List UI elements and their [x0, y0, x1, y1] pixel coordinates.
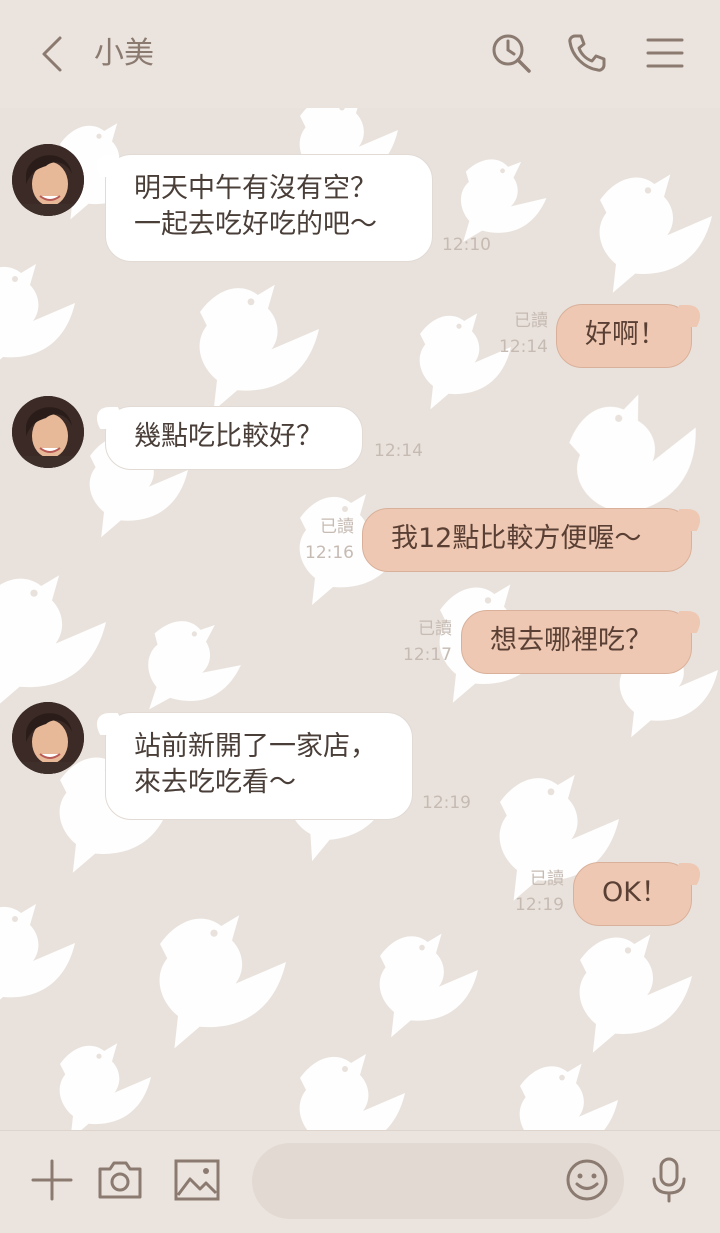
message-bubble-incoming[interactable]: 站前新開了一家店， 來去吃吃看～ [105, 712, 413, 820]
avatar[interactable] [12, 396, 84, 468]
emoji-icon[interactable] [562, 1155, 612, 1205]
message-bubble-incoming[interactable]: 幾點吃比較好？ [105, 406, 363, 470]
chat-header: 小美 [0, 0, 720, 108]
message-time: 12:14 [374, 441, 423, 461]
message-text: 站前新開了一家店， [134, 731, 377, 762]
message-bubble-outgoing[interactable]: OK！ [573, 862, 692, 926]
message-bubble-outgoing[interactable]: 想去哪裡吃？ [461, 610, 692, 674]
search-icon[interactable] [490, 32, 532, 74]
message-time: 12:19 [515, 895, 564, 915]
menu-icon[interactable] [644, 32, 686, 74]
message-text: 來去吃吃看～ [134, 767, 296, 798]
message-time: 12:17 [403, 645, 452, 665]
message-bubble-outgoing[interactable]: 好啊！ [556, 304, 692, 368]
input-toolbar [0, 1130, 720, 1233]
avatar[interactable] [12, 144, 84, 216]
read-receipt: 已讀 12:17 [392, 616, 452, 668]
message-time: 12:19 [422, 793, 471, 813]
chevron-left-icon[interactable] [34, 34, 74, 74]
message-time: 12:10 [442, 235, 491, 255]
contact-photo [12, 396, 84, 468]
plus-icon[interactable] [27, 1155, 77, 1205]
read-receipt: 已讀 12:16 [294, 514, 354, 566]
message-bubble-incoming[interactable]: 明天中午有沒有空？ 一起去吃好吃的吧～ [105, 154, 433, 262]
microphone-icon[interactable] [644, 1155, 694, 1205]
message-time: 12:16 [305, 543, 354, 563]
contact-photo [12, 144, 84, 216]
read-receipt: 已讀 12:19 [504, 866, 564, 918]
message-bubble-outgoing[interactable]: 我12點比較方便喔～ [362, 508, 692, 572]
read-receipt: 已讀 12:14 [488, 308, 548, 360]
camera-icon[interactable] [95, 1155, 145, 1205]
image-icon[interactable] [172, 1155, 222, 1205]
contact-photo [12, 702, 84, 774]
message-text: 一起去吃好吃的吧～ [134, 209, 377, 240]
chat-area[interactable]: 明天中午有沒有空？ 一起去吃好吃的吧～ 12:10 已讀 12:14 好啊！ 幾… [0, 108, 720, 1130]
avatar[interactable] [12, 702, 84, 774]
phone-icon[interactable] [566, 32, 608, 74]
chat-title: 小美 [94, 36, 154, 71]
message-text: 明天中午有沒有空？ [134, 173, 377, 204]
message-time: 12:14 [499, 337, 548, 357]
